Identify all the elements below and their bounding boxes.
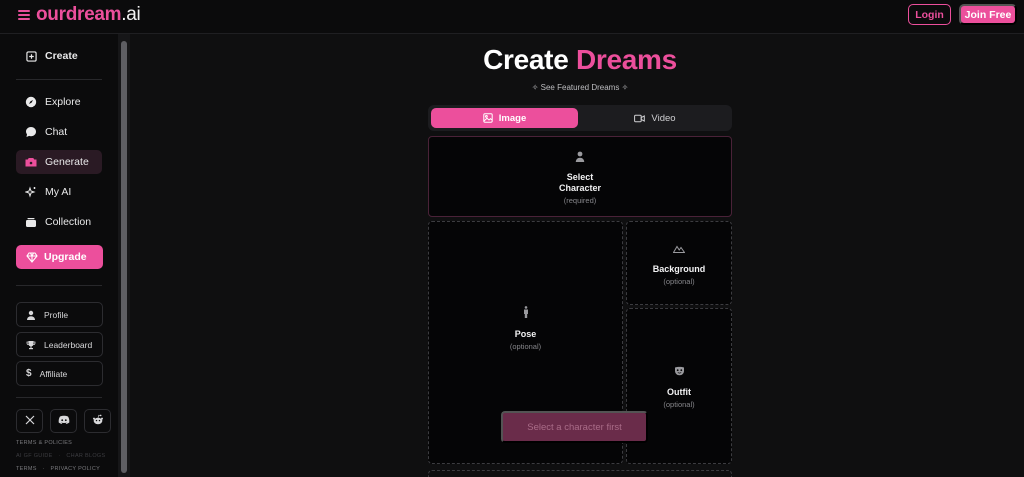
reddit-social-button[interactable]: [84, 409, 111, 433]
required-hint: (required): [563, 195, 597, 205]
page-title-accent: Dreams: [575, 44, 677, 75]
sidebar-item-label: Create: [45, 50, 78, 62]
select-character-label: Select Character: [559, 172, 601, 194]
outfit-optional-hint: (optional): [663, 400, 695, 409]
profile-link[interactable]: Profile: [16, 302, 103, 327]
footer-links-row-1: AI GF GUIDE · CHAR BLOGS: [16, 453, 105, 459]
discord-icon: [58, 412, 70, 430]
ai-gf-guide-link[interactable]: AI GF GUIDE: [16, 453, 53, 459]
see-featured-dreams-link[interactable]: ✧ See Featured Dreams ✧: [430, 83, 730, 92]
footer-links-row-2: TERMS · PRIVACY POLICY: [16, 466, 100, 472]
leaderboard-label: Leaderboard: [44, 339, 93, 350]
compass-icon: [25, 96, 37, 108]
char-blogs-link[interactable]: CHAR BLOGS: [66, 453, 105, 459]
tab-label: Image: [498, 112, 527, 124]
sidebar-item-create[interactable]: Create: [16, 44, 102, 68]
select-character-line1: Select: [566, 171, 594, 182]
brand-domain: .ai: [121, 4, 141, 25]
reddit-icon: [92, 412, 104, 430]
page-title-primary: Create: [483, 44, 569, 75]
plus-square-icon: [25, 50, 37, 62]
sidebar-item-label: Collection: [45, 216, 92, 228]
select-character-line2: Character: [558, 182, 602, 193]
privacy-policy-link[interactable]: PRIVACY POLICY: [51, 466, 101, 472]
user-icon: [575, 149, 585, 167]
terms-policies-heading: TERMS & POLICIES: [16, 440, 73, 446]
join-free-button[interactable]: Join Free: [959, 4, 1017, 25]
x-social-button[interactable]: [16, 409, 43, 433]
footer-separator: ·: [42, 466, 45, 472]
sidebar-item-generate[interactable]: Generate: [16, 150, 102, 174]
affiliate-link[interactable]: $ Affiliate: [16, 361, 103, 386]
stack-icon: [25, 216, 37, 228]
video-camera-icon: [634, 114, 646, 123]
background-optional-hint: (optional): [663, 277, 695, 286]
sidebar-divider: [16, 285, 102, 286]
sidebar-item-my-ai[interactable]: My AI: [16, 180, 102, 204]
chat-bubble-icon: [25, 126, 37, 138]
terms-link[interactable]: TERMS: [16, 466, 37, 472]
background-card[interactable]: Background (optional): [626, 221, 732, 305]
camera-icon: [25, 156, 37, 168]
sidebar-item-label: Generate: [45, 156, 89, 168]
login-button[interactable]: Login: [908, 4, 951, 25]
sidebar-scrollbar-thumb[interactable]: [121, 41, 127, 473]
outfit-label: Outfit: [667, 387, 691, 397]
leaderboard-link[interactable]: Leaderboard: [16, 332, 103, 357]
tab-label: Video: [651, 112, 676, 124]
x-icon: [25, 412, 35, 430]
sidebar-item-label: Explore: [45, 96, 81, 108]
sidebar-item-chat[interactable]: Chat: [16, 120, 102, 144]
gem-icon: [26, 251, 38, 263]
pose-label: Pose: [514, 328, 537, 339]
trophy-icon: [26, 340, 36, 350]
generate-button[interactable]: Select a character first: [501, 411, 648, 443]
tab-image[interactable]: Image: [431, 108, 578, 128]
sidebar-item-label: Chat: [45, 126, 68, 138]
background-label: Background: [652, 264, 706, 274]
additional-options-card[interactable]: [428, 470, 732, 477]
sidebar-item-label: My AI: [45, 186, 72, 198]
sidebar-divider: [16, 397, 102, 398]
sidebar-divider: [16, 79, 102, 80]
upgrade-button[interactable]: Upgrade: [16, 245, 103, 269]
user-icon: [26, 310, 36, 320]
brand-logo[interactable]: ourdream.ai: [36, 4, 141, 26]
upgrade-label: Upgrade: [44, 251, 87, 263]
tab-video[interactable]: Video: [581, 108, 729, 128]
footer-separator: ·: [58, 453, 61, 459]
affiliate-label: Affiliate: [39, 368, 68, 379]
discord-social-button[interactable]: [50, 409, 77, 433]
menu-icon[interactable]: [18, 8, 30, 22]
top-bar: ourdream.ai Login Join Free: [0, 0, 1024, 34]
brand-name: ourdream: [36, 4, 122, 25]
pose-optional-hint: (optional): [509, 341, 542, 351]
image-icon: [483, 113, 493, 123]
dollar-icon: $: [26, 368, 32, 379]
page-title: Create Dreams: [430, 44, 730, 76]
select-character-card[interactable]: Select Character (required): [428, 136, 732, 217]
mountain-icon: [672, 240, 686, 258]
mask-icon: [674, 363, 685, 381]
sidebar-item-explore[interactable]: Explore: [16, 90, 102, 114]
profile-label: Profile: [44, 309, 69, 320]
sidebar-item-collection[interactable]: Collection: [16, 210, 102, 234]
person-icon: [523, 305, 529, 323]
sparkles-icon: [25, 186, 37, 198]
media-type-tabs: Image Video: [428, 105, 732, 131]
